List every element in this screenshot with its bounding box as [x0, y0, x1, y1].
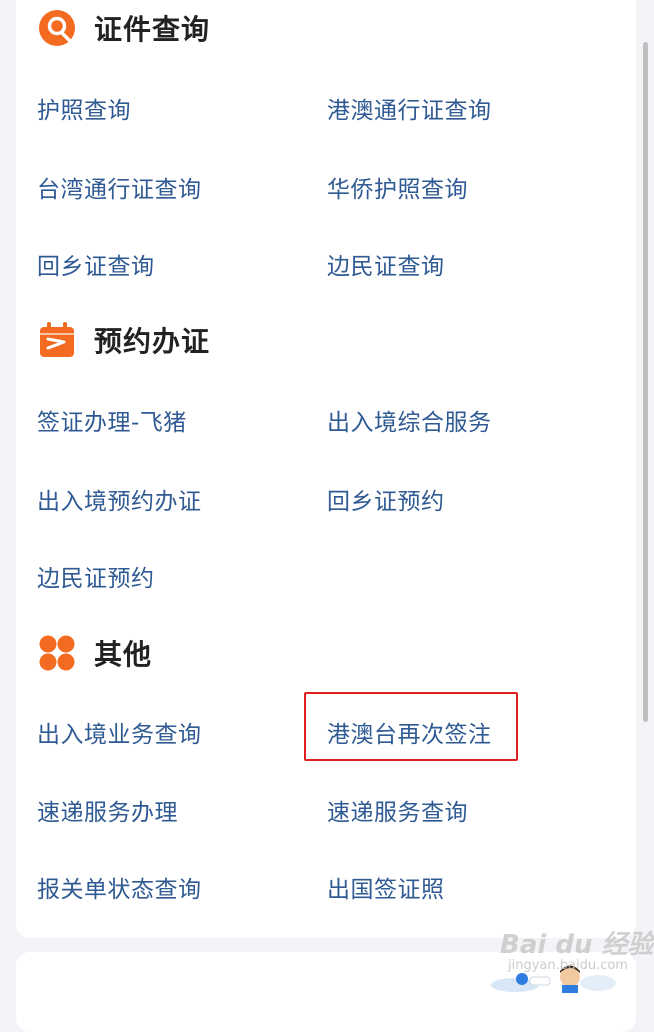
- section-title: 预约办证: [94, 325, 211, 358]
- link-border-pass-query[interactable]: 边民证查询: [327, 247, 445, 281]
- link-entry-exit-appointment[interactable]: 出入境预约办证: [37, 482, 202, 516]
- link-home-return-appointment[interactable]: 回乡证预约: [327, 482, 445, 516]
- link-passport-query[interactable]: 护照查询: [37, 91, 131, 125]
- baidu-watermark-logo: Bai du 经验: [500, 930, 654, 960]
- calendar-icon: [38, 321, 76, 359]
- section-title: 其他: [94, 638, 153, 671]
- section-header-appointment: 预约办证: [38, 320, 210, 360]
- link-hk-macau-taiwan-reendorsement[interactable]: 港澳台再次签注: [327, 715, 492, 749]
- section-title: 证件查询: [94, 13, 211, 46]
- section-header-id-query: 证件查询: [38, 8, 210, 48]
- link-visa-photo[interactable]: 出国签证照: [327, 870, 445, 904]
- link-border-pass-appointment[interactable]: 边民证预约: [37, 559, 155, 593]
- section-header-other: 其他: [38, 633, 152, 673]
- grid-icon: [38, 634, 76, 672]
- link-express-tracking[interactable]: 速递服务查询: [327, 793, 468, 827]
- link-express-service[interactable]: 速递服务办理: [37, 793, 178, 827]
- baidu-watermark-url: jingyan.baidu.com: [508, 958, 628, 973]
- search-person-icon: [38, 9, 76, 47]
- link-visa-fliggy[interactable]: 签证办理-飞猪: [37, 403, 187, 437]
- link-taiwan-permit-query[interactable]: 台湾通行证查询: [37, 170, 202, 204]
- link-home-return-permit-query[interactable]: 回乡证查询: [37, 247, 155, 281]
- link-customs-declaration-query[interactable]: 报关单状态查询: [37, 870, 202, 904]
- link-hk-macau-permit-query[interactable]: 港澳通行证查询: [327, 91, 492, 125]
- link-entry-exit-services[interactable]: 出入境综合服务: [327, 403, 492, 437]
- link-overseas-passport-query[interactable]: 华侨护照查询: [327, 170, 468, 204]
- link-entry-exit-business-query[interactable]: 出入境业务查询: [37, 715, 202, 749]
- scrollbar[interactable]: [643, 42, 648, 722]
